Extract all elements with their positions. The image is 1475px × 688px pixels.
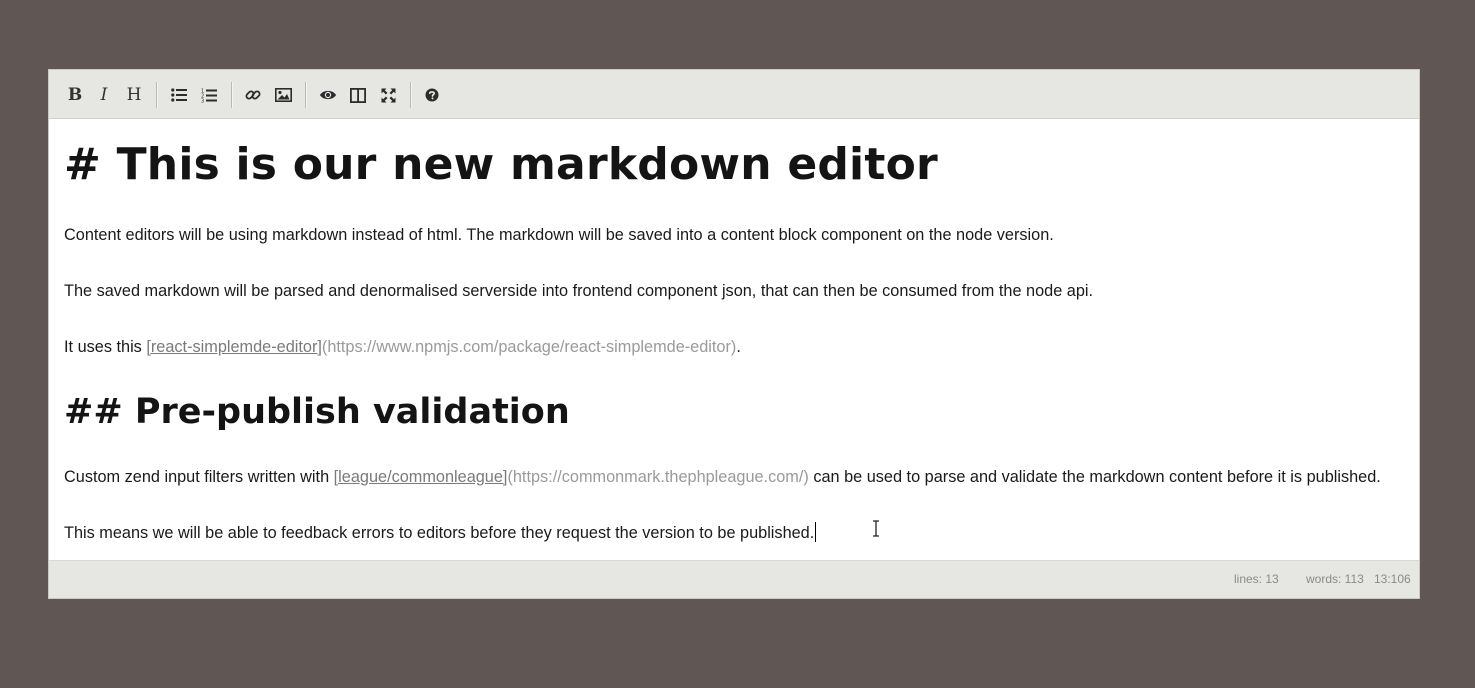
ibeam-cursor-icon: [873, 520, 879, 537]
list-ol-icon: 1 2 3: [201, 88, 217, 103]
editor-toolbar: B I H 1 2 3: [49, 70, 1419, 119]
list-ul-icon: [171, 88, 187, 102]
text-segment: can be used to parse and validate the ma…: [808, 468, 1381, 486]
ordered-list-button[interactable]: 1 2 3: [196, 82, 222, 108]
text-segment: This means we will be able to feedback e…: [64, 524, 815, 542]
fullscreen-button[interactable]: [375, 82, 401, 108]
image-button[interactable]: [270, 82, 296, 108]
cursor-position: 13:106: [1374, 572, 1411, 586]
markdown-link-text[interactable]: [react-simplemde-editor]: [146, 338, 322, 356]
side-by-side-button[interactable]: [345, 82, 371, 108]
editor-statusbar: lines: 13 words: 113 13:106: [49, 560, 1419, 598]
markdown-link-url: (https://www.npmjs.com/package/react-sim…: [321, 338, 737, 356]
text-segment: .: [736, 338, 741, 356]
toolbar-separator: [156, 82, 158, 108]
eye-icon: [320, 90, 336, 100]
svg-text:3: 3: [201, 98, 204, 103]
text-cursor: [815, 522, 817, 542]
toolbar-separator: [410, 82, 412, 108]
toolbar-separator: [305, 82, 307, 108]
paragraph-line: It uses this [react-simplemde-editor](ht…: [64, 336, 741, 358]
guide-button[interactable]: [419, 82, 445, 108]
markdown-link-text[interactable]: [league/commonleague]: [334, 468, 508, 486]
italic-icon: I: [100, 85, 108, 105]
line-count: lines: 13: [1234, 572, 1279, 586]
fullscreen-icon: [381, 88, 395, 102]
unordered-list-button[interactable]: [166, 82, 192, 108]
text-segment: It uses this: [64, 338, 147, 356]
italic-button[interactable]: I: [91, 82, 117, 108]
bold-button[interactable]: B: [62, 82, 88, 108]
image-icon: [274, 88, 292, 102]
link-icon: [245, 90, 261, 100]
markdown-editor: B I H 1 2 3 # This is our new markdown e…: [48, 69, 1420, 599]
toolbar-separator: [231, 82, 233, 108]
editor-content[interactable]: # This is our new markdown editor Conten…: [64, 119, 1407, 560]
heading-button[interactable]: H: [121, 82, 147, 108]
preview-button[interactable]: [315, 82, 341, 108]
question-circle-icon: [425, 88, 439, 102]
link-button[interactable]: [240, 82, 266, 108]
word-count: words: 113: [1306, 572, 1364, 586]
paragraph-line: This means we will be able to feedback e…: [64, 522, 817, 544]
paragraph-line: Content editors will be using markdown i…: [64, 226, 1054, 244]
bold-icon: B: [67, 85, 83, 105]
heading-1-line: # This is our new markdown editor: [64, 139, 938, 190]
markdown-link-url: (https://commonmark.thephpleague.com/): [507, 468, 809, 486]
paragraph-line: The saved markdown will be parsed and de…: [64, 282, 1094, 300]
heading-icon: H: [126, 85, 142, 105]
text-segment: Custom zend input filters written with: [64, 468, 334, 486]
paragraph-line: Custom zend input filters written with […: [64, 466, 1381, 488]
columns-icon: [350, 87, 366, 103]
heading-2-line: ## Pre-publish validation: [64, 392, 570, 432]
